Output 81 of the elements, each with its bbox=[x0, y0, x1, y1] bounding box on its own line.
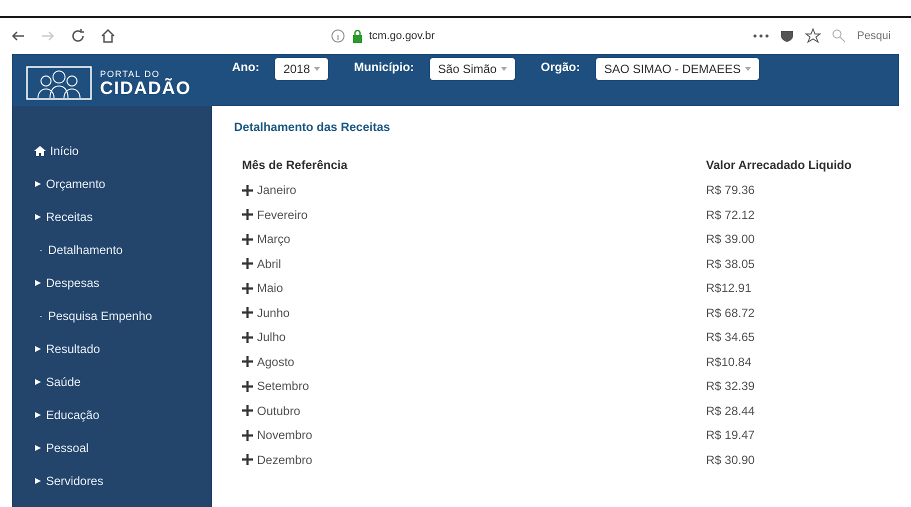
table-cell-text: R$ 28.44 bbox=[705, 402, 756, 420]
triangle-icon bbox=[34, 180, 42, 188]
sidebar-item[interactable]: Servidores bbox=[46, 474, 104, 488]
sidebar-item[interactable]: Receitas bbox=[46, 210, 93, 224]
filter-label: Município: bbox=[354, 60, 414, 74]
sidebar-item[interactable]: Resultado bbox=[46, 342, 100, 356]
page-title: Detalhamento das Receitas bbox=[234, 120, 392, 134]
table-cell-text: R$10.84 bbox=[705, 354, 752, 371]
triangle-icon bbox=[34, 344, 42, 352]
plus-icon[interactable] bbox=[242, 234, 253, 245]
month-label: Janeiro bbox=[257, 183, 296, 198]
month-label: Abril bbox=[257, 256, 282, 271]
more-icon[interactable] bbox=[753, 34, 769, 38]
sidebar-item[interactable]: Pesquisa Empenho bbox=[48, 308, 152, 322]
triangle-icon bbox=[34, 278, 42, 286]
filter-dropdown[interactable]: 2018 bbox=[275, 58, 328, 80]
triangle-icon bbox=[34, 378, 42, 386]
table-cell-text: R$ 34.65 bbox=[705, 329, 756, 346]
caret-icon bbox=[314, 67, 320, 71]
home-icon bbox=[34, 144, 46, 156]
logo-title: CIDADÃO bbox=[100, 78, 191, 96]
shield-icon[interactable] bbox=[779, 28, 795, 44]
plus-icon[interactable] bbox=[242, 282, 253, 294]
sidebar-item[interactable]: Início bbox=[50, 144, 79, 158]
month-label: Dezembro bbox=[257, 452, 312, 467]
people-icon bbox=[26, 66, 92, 100]
info-icon[interactable] bbox=[330, 28, 346, 44]
table-cell-text: R$ 38.05 bbox=[705, 256, 756, 273]
table-cell-text: R$ 19.47 bbox=[705, 427, 756, 444]
triangle-icon bbox=[34, 410, 42, 418]
month-label: Agosto bbox=[257, 354, 294, 369]
month-label: Fevereiro bbox=[257, 208, 308, 222]
table-cell-text: R$12.91 bbox=[705, 280, 752, 298]
table-cell-text: R$ 79.36 bbox=[705, 182, 756, 200]
filter-dropdown[interactable]: SAO SIMAO - DEMAEES bbox=[596, 58, 759, 80]
sidebar-item[interactable]: Despesas bbox=[46, 276, 100, 290]
table-cell-text: R$ 72.12 bbox=[705, 206, 756, 224]
star-icon[interactable] bbox=[805, 28, 821, 44]
sidebar-item[interactable]: Orçamento bbox=[46, 176, 106, 190]
month-label: Outubro bbox=[257, 404, 300, 418]
sidebar-item[interactable]: Saúde bbox=[46, 374, 81, 388]
plus-icon[interactable] bbox=[242, 184, 253, 196]
plus-icon[interactable] bbox=[242, 332, 253, 343]
logo-text: PORTAL DO bbox=[100, 70, 160, 78]
table-cell-text: R$ 39.00 bbox=[705, 231, 756, 248]
column-header: Valor Arrecadado Liquido bbox=[705, 157, 853, 174]
url-text[interactable]: tcm.go.gov.br bbox=[369, 30, 435, 42]
month-label: Novembro bbox=[257, 428, 312, 442]
lock-icon bbox=[352, 30, 363, 42]
home-icon[interactable] bbox=[100, 28, 116, 44]
month-label: Março bbox=[257, 232, 290, 246]
month-label: Setembro bbox=[257, 379, 310, 394]
table-cell-text: R$ 30.90 bbox=[705, 452, 756, 469]
plus-icon[interactable] bbox=[242, 356, 253, 368]
filter-label: Ano: bbox=[232, 60, 260, 74]
triangle-icon bbox=[34, 444, 42, 452]
plus-icon[interactable] bbox=[242, 307, 253, 318]
plus-icon[interactable] bbox=[242, 209, 253, 220]
month-label: Julho bbox=[257, 330, 286, 344]
sidebar-item[interactable]: Detalhamento bbox=[48, 242, 123, 256]
month-label: Maio bbox=[257, 281, 284, 296]
month-label: Junho bbox=[257, 306, 290, 320]
column-header: Mês de Referência bbox=[241, 157, 348, 174]
plus-icon[interactable] bbox=[242, 380, 253, 392]
reload-icon[interactable] bbox=[70, 28, 86, 44]
triangle-icon bbox=[34, 212, 42, 220]
table-cell-text: R$ 68.72 bbox=[705, 304, 756, 322]
plus-icon[interactable] bbox=[242, 454, 253, 466]
filter-dropdown[interactable]: São Simão bbox=[430, 58, 515, 80]
search-icon bbox=[831, 28, 847, 44]
plus-icon[interactable] bbox=[242, 258, 253, 270]
plus-icon[interactable] bbox=[242, 405, 253, 416]
filter-label: Orgão: bbox=[540, 60, 580, 74]
caret-icon bbox=[744, 67, 751, 71]
search-field[interactable]: Pesqui bbox=[857, 30, 901, 42]
sidebar-item[interactable]: Educação bbox=[46, 408, 100, 422]
sidebar-item[interactable]: Pessoal bbox=[46, 440, 89, 454]
caret-icon bbox=[500, 67, 507, 71]
triangle-icon bbox=[34, 476, 42, 484]
plus-icon[interactable] bbox=[242, 430, 253, 441]
table-cell-text: R$ 32.39 bbox=[705, 378, 756, 396]
